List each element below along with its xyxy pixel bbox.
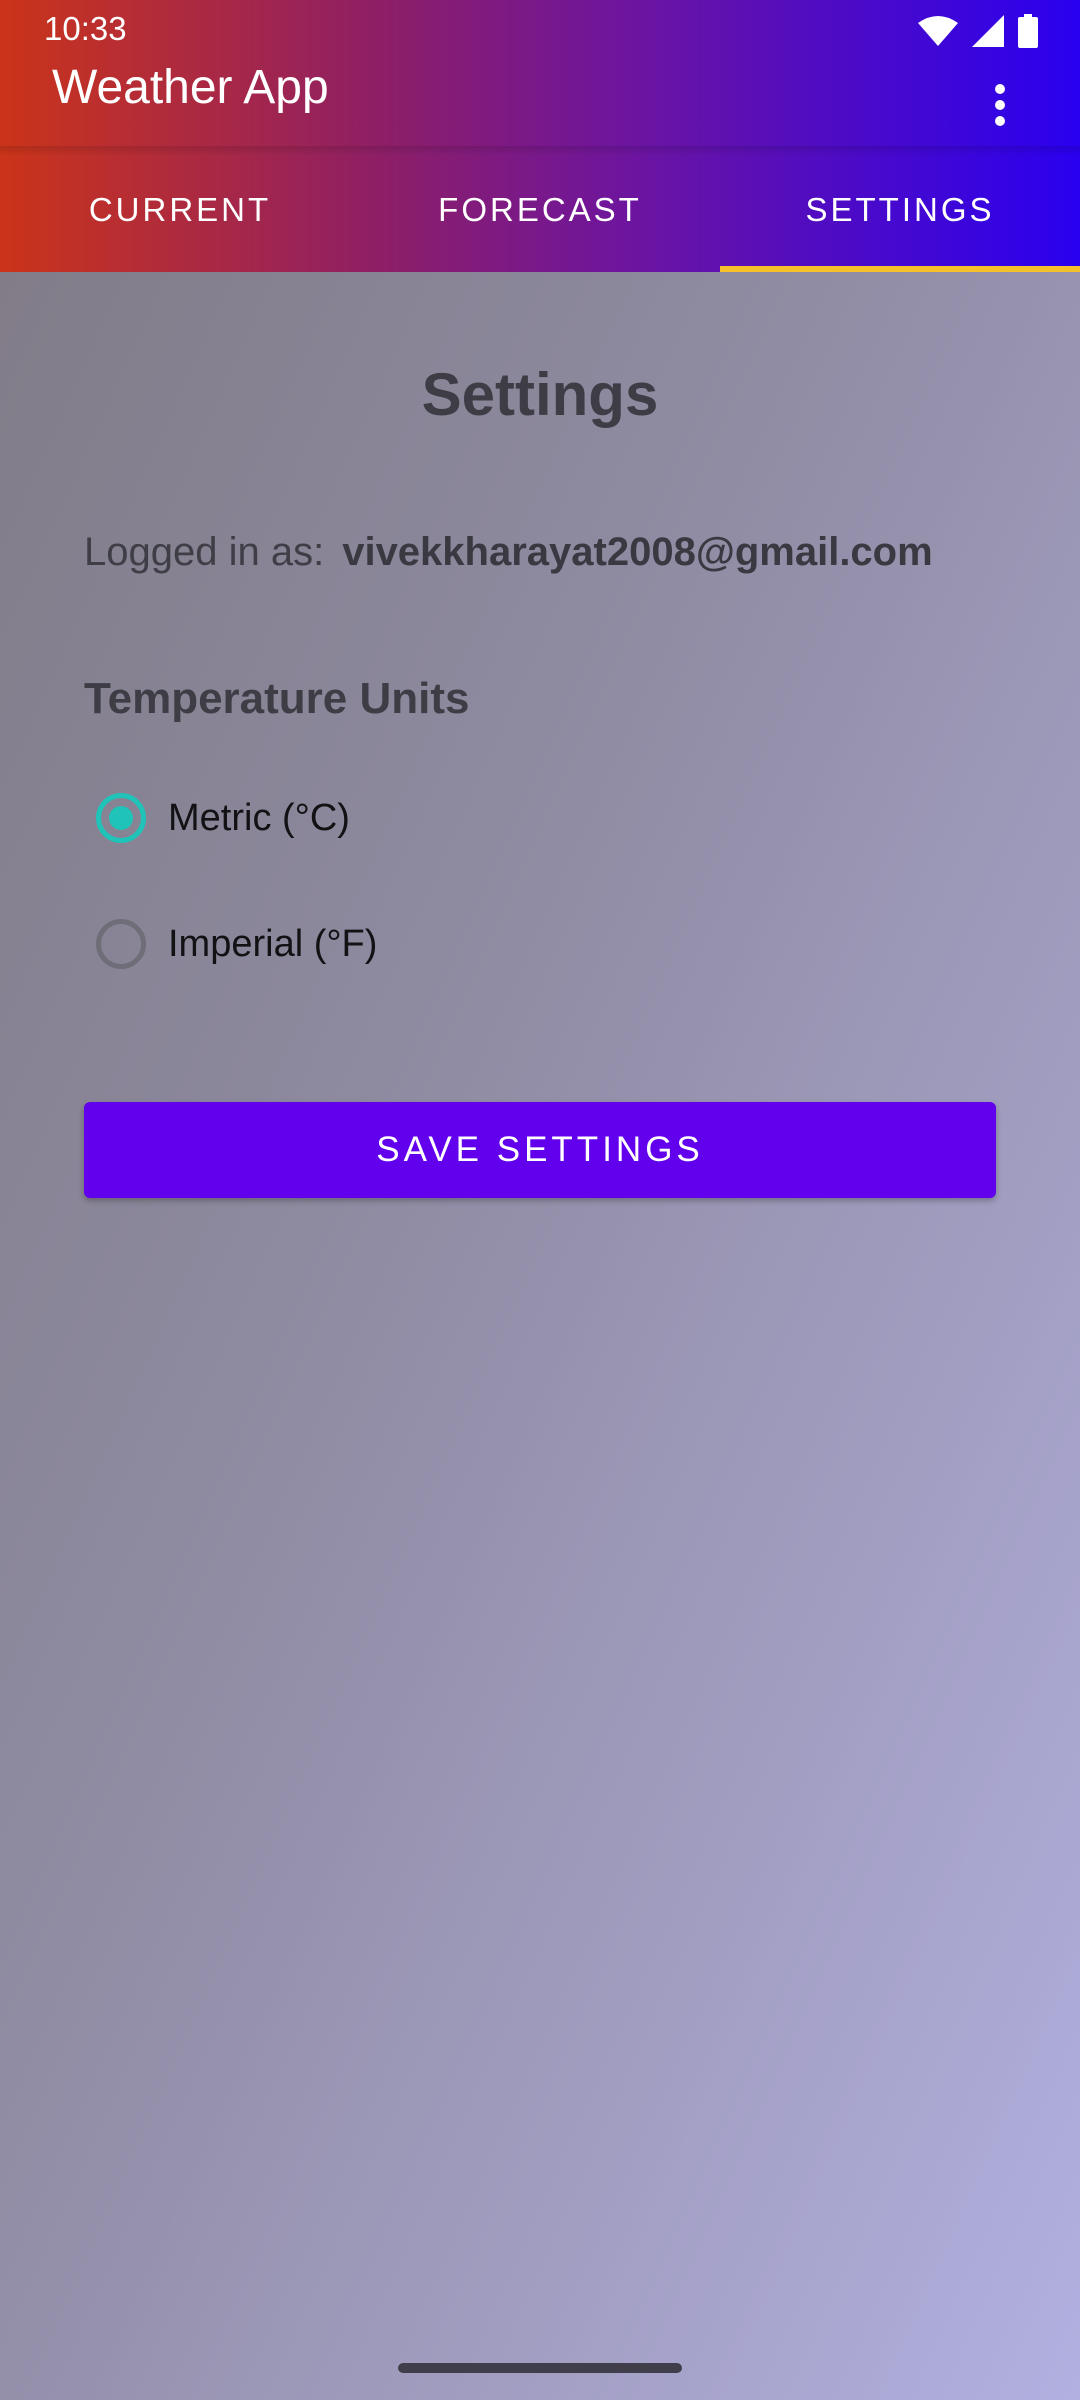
radio-button-metric[interactable] xyxy=(96,793,146,843)
status-time: 10:33 xyxy=(44,10,127,47)
logged-in-label: Logged in as: xyxy=(84,530,325,574)
tab-bar: CURRENT FORECAST SETTINGS xyxy=(0,148,1080,272)
status-icons xyxy=(918,14,1038,53)
app-title: Weather App xyxy=(52,61,329,114)
save-settings-button[interactable]: SAVE SETTINGS xyxy=(84,1102,996,1198)
signal-icon xyxy=(972,15,1004,52)
save-settings-label: SAVE SETTINGS xyxy=(376,1130,704,1169)
radio-button-imperial[interactable] xyxy=(96,919,146,969)
app-bar: Weather App xyxy=(0,60,1080,148)
temperature-units-heading: Temperature Units xyxy=(84,674,470,723)
logged-in-row: Logged in as: vivekkharayat2008@gmail.com xyxy=(84,530,933,575)
tab-forecast-label: FORECAST xyxy=(438,191,642,228)
more-vert-icon xyxy=(994,83,1006,132)
wifi-icon xyxy=(918,15,958,52)
page-title: Settings xyxy=(421,361,659,428)
home-indicator[interactable] xyxy=(398,2363,682,2373)
tab-settings[interactable]: SETTINGS xyxy=(720,148,1080,272)
radio-metric[interactable]: Metric (°C) xyxy=(96,786,350,850)
radio-metric-label: Metric (°C) xyxy=(168,796,350,839)
tab-current[interactable]: CURRENT xyxy=(0,148,360,272)
tab-settings-label: SETTINGS xyxy=(805,191,995,228)
tab-forecast[interactable]: FORECAST xyxy=(360,148,720,272)
screen: 10:33 Weather App CURRENT FORECAST SETTI… xyxy=(0,0,1080,2400)
battery-icon xyxy=(1018,14,1038,53)
user-email: vivekkharayat2008@gmail.com xyxy=(342,530,933,574)
radio-imperial-label: Imperial (°F) xyxy=(168,922,378,965)
overflow-menu-button[interactable] xyxy=(970,72,1030,142)
tab-current-label: CURRENT xyxy=(88,191,272,228)
status-bar: 10:33 xyxy=(0,0,1080,60)
settings-content: Settings Logged in as: vivekkharayat2008@… xyxy=(0,272,1080,2400)
header: 10:33 Weather App CURRENT FORECAST SETTI… xyxy=(0,0,1080,272)
radio-imperial[interactable]: Imperial (°F) xyxy=(96,912,377,976)
